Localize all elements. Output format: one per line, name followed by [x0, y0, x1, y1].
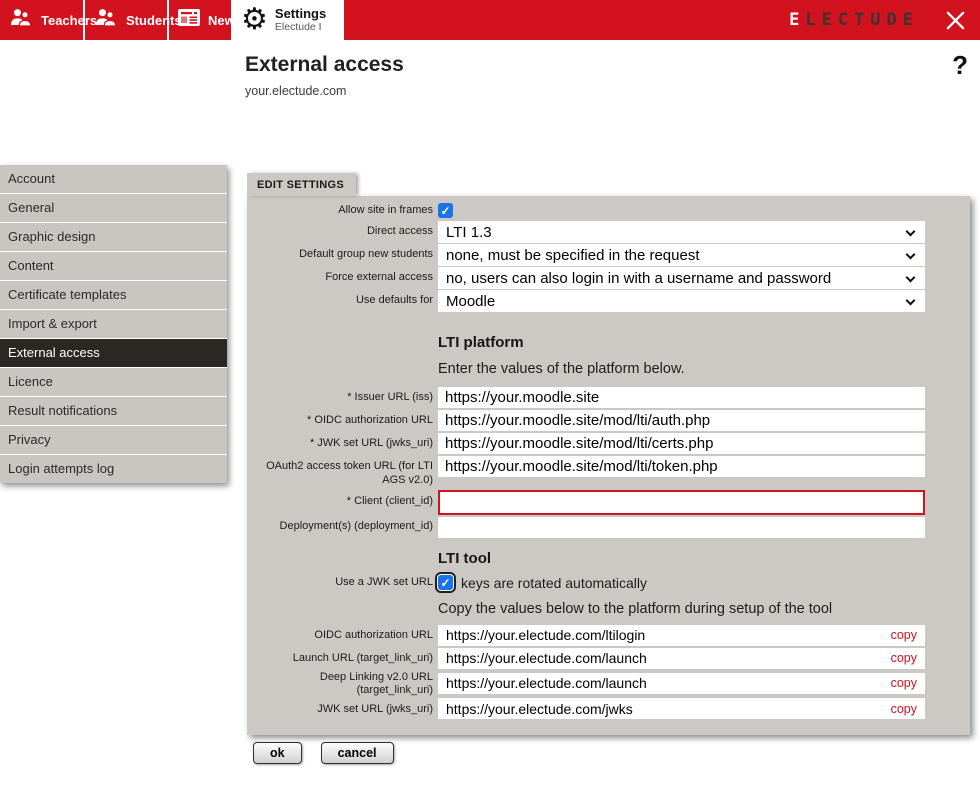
oidc-auth-url-label: * OIDC authorization URL [307, 413, 433, 426]
sidebar-item-login-attempts-log[interactable]: Login attempts log [0, 455, 227, 483]
deployment-id-label: Deployment(s) (deployment_id) [279, 520, 433, 533]
ok-button[interactable]: ok [253, 742, 302, 764]
default-group-label: Default group new students [299, 248, 433, 261]
force-external-value: no, users can also login in with a usern… [446, 269, 832, 287]
force-external-label: Force external access [325, 271, 433, 284]
tool-oidc-url-value: https://your.electude.com/ltilogin [446, 627, 646, 643]
sidebar-item-content[interactable]: Content [0, 252, 227, 280]
topbar-right: ELECTUDE [789, 0, 980, 40]
chevron-down-icon [905, 226, 916, 237]
tool-jwk-set-url-value: https://your.electude.com/jwks [446, 700, 633, 717]
tool-jwk-set-url-label: JWK set URL (jwks_uri) [317, 702, 433, 715]
use-defaults-select[interactable]: Moodle [438, 290, 925, 312]
allow-frames-label: Allow site in frames [338, 203, 433, 216]
copy-link[interactable]: copy [891, 651, 917, 665]
sidebar-item-result-notifications[interactable]: Result notifications [0, 397, 227, 425]
jwk-set-url-label: * JWK set URL (jwks_uri) [309, 436, 433, 449]
deep-linking-url-field: https://your.electude.com/launch copy [438, 672, 925, 694]
sidebar-item-import-export[interactable]: Import & export [0, 310, 227, 338]
copy-link[interactable]: copy [891, 628, 917, 642]
settings-sidebar: Account General Graphic design Content C… [0, 165, 227, 483]
top-navigation-bar: Teachers Students News ⚙ Settings Electu… [0, 0, 980, 40]
page-title: External access [245, 53, 404, 76]
use-jwk-set-url-checkbox[interactable] [438, 575, 453, 590]
sidebar-item-account[interactable]: Account [0, 165, 227, 193]
teachers-people-icon [8, 7, 34, 33]
issuer-url-label: * Issuer URL (iss) [347, 390, 433, 403]
launch-url-field: https://your.electude.com/launch copy [438, 647, 925, 669]
tab-settings-sublabel: Electude I [274, 21, 322, 34]
tab-settings-label: Settings [274, 5, 327, 21]
cancel-button[interactable]: cancel [320, 742, 394, 764]
chevron-down-icon [905, 249, 916, 260]
lti-platform-heading: LTI platform [438, 334, 524, 351]
close-icon[interactable] [945, 10, 966, 31]
direct-access-select[interactable]: LTI 1.3 [438, 221, 925, 243]
jwk-rotation-note: keys are rotated automatically [461, 574, 647, 591]
copy-link[interactable]: copy [891, 702, 917, 716]
direct-access-value: LTI 1.3 [446, 223, 492, 241]
page-subtitle: your.electude.com [245, 84, 347, 98]
tool-jwk-set-url-field: https://your.electude.com/jwks copy [438, 698, 925, 719]
use-jwk-set-url-label: Use a JWK set URL [335, 575, 433, 588]
oauth2-token-url-input[interactable] [438, 456, 925, 477]
allow-frames-checkbox[interactable] [438, 203, 453, 218]
launch-url-label: Launch URL (target_link_uri) [292, 652, 433, 665]
client-id-label: * Client (client_id) [346, 495, 433, 508]
deep-linking-url-label: Deep Linking v2.0 URL (target_link_uri) [319, 670, 433, 697]
tab-students[interactable]: Students [85, 0, 182, 40]
students-people-icon [93, 7, 119, 33]
lti-tool-heading: LTI tool [438, 549, 492, 567]
sidebar-item-certificate-templates[interactable]: Certificate templates [0, 281, 227, 309]
copy-values-intro: Copy the values below to the platform du… [438, 600, 833, 617]
sidebar-item-licence[interactable]: Licence [0, 368, 227, 396]
use-defaults-label: Use defaults for [355, 294, 433, 307]
default-group-value: none, must be specified in the request [446, 246, 700, 264]
use-defaults-value: Moodle [446, 292, 496, 310]
form-footer: ok cancel [253, 742, 394, 764]
lti-platform-intro: Enter the values of the platform below. [438, 361, 685, 377]
electude-logo: ELECTUDE [789, 10, 919, 30]
oauth2-token-url-label: OAuth2 access token URL (for LTI AGS v2.… [266, 460, 433, 486]
sidebar-item-external-access[interactable]: External access [0, 339, 227, 367]
force-external-select[interactable]: no, users can also login in with a usern… [438, 267, 925, 289]
issuer-url-input[interactable] [438, 387, 925, 408]
tab-settings[interactable]: ⚙ Settings Electude I [233, 0, 344, 40]
gear-icon: ⚙ [241, 3, 268, 36]
launch-url-value: https://your.electude.com/launch [446, 650, 647, 666]
jwk-set-url-input[interactable] [438, 433, 925, 454]
tab-teachers[interactable]: Teachers [0, 0, 97, 40]
newspaper-icon [177, 8, 201, 32]
sidebar-item-privacy[interactable]: Privacy [0, 426, 227, 454]
chevron-down-icon [905, 272, 916, 283]
deployment-id-input[interactable] [438, 516, 925, 538]
oidc-auth-url-input[interactable] [438, 410, 925, 431]
tool-oidc-url-label: OIDC authorization URL [314, 629, 433, 642]
chevron-down-icon [905, 295, 916, 306]
edit-settings-panel: Allow site in frames Direct access LTI 1… [247, 196, 970, 735]
help-icon[interactable]: ? [952, 50, 968, 81]
client-id-input[interactable] [438, 489, 925, 515]
direct-access-label: Direct access [366, 225, 433, 238]
copy-link[interactable]: copy [891, 676, 917, 690]
default-group-select[interactable]: none, must be specified in the request [438, 244, 925, 266]
edit-settings-tab[interactable]: EDIT SETTINGS [247, 173, 357, 196]
tool-oidc-url-field: https://your.electude.com/ltilogin copy [438, 624, 925, 646]
sidebar-item-general[interactable]: General [0, 194, 227, 222]
sidebar-item-graphic-design[interactable]: Graphic design [0, 223, 227, 251]
deep-linking-url-value: https://your.electude.com/launch [446, 675, 647, 692]
tab-news[interactable]: News [169, 0, 242, 40]
